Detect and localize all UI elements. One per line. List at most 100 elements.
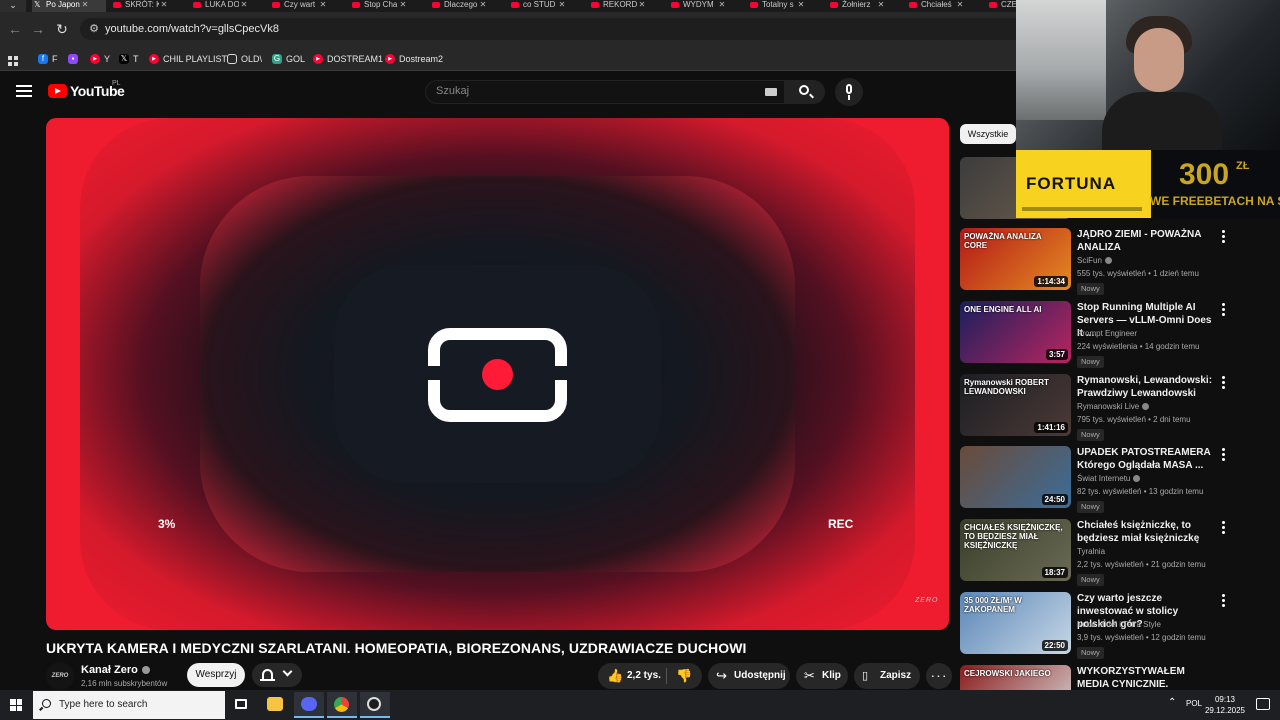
video-thumbnail[interactable]: POWAŻNA ANALIZA CORE 1:14:34 <box>960 228 1071 290</box>
bookmark-item[interactable]: ▶ CHIL PLAYLIST <box>149 52 227 66</box>
back-arrow-icon[interactable]: ← <box>5 19 25 39</box>
video-player[interactable]: 3% REC ZERO <box>46 118 949 630</box>
keyboard-icon[interactable] <box>765 88 777 96</box>
bookmark-item[interactable]: ▭ OLD\ <box>227 52 262 66</box>
chrome-icon[interactable] <box>327 692 357 718</box>
close-tab-icon[interactable]: ✕ <box>478 0 488 10</box>
bookmark-item[interactable]: G GOL <box>272 52 305 66</box>
channel-avatar[interactable]: ZERO <box>46 662 74 690</box>
browser-tab[interactable]: Chciałeś ✕ <box>907 0 981 12</box>
recommended-video[interactable]: Rymanowski ROBERT LEWANDOWSKI 1:41:16 Ryma… <box>960 374 1280 444</box>
browser-tab[interactable]: LUKA DO✕ <box>191 0 265 12</box>
voice-search-button[interactable] <box>835 78 863 106</box>
video-thumbnail[interactable]: CHCIAŁEŚ KSIĘŻNICZKĘ, TO BĘDZIESZ MIAŁ K… <box>960 519 1071 581</box>
close-tab-icon[interactable]: ✕ <box>318 0 328 10</box>
bookmark-item[interactable]: 𝕏T <box>119 52 139 66</box>
close-tab-icon[interactable]: ✕ <box>159 0 169 10</box>
save-button[interactable]: ▯ Zapisz <box>854 663 920 689</box>
recommended-video-title[interactable]: UPADEK PATOSTREAMERA Którego Oglądała MA… <box>1077 446 1215 472</box>
browser-tab[interactable]: SKRÓT: K✕ <box>111 0 185 12</box>
support-button[interactable]: Wesprzyj <box>187 663 245 687</box>
taskbar-search-input[interactable] <box>59 699 219 710</box>
recommended-channel-name[interactable]: Rymanowski Live <box>1077 402 1150 411</box>
more-vert-icon[interactable] <box>1220 376 1226 390</box>
search-button[interactable] <box>785 80 825 104</box>
video-thumbnail[interactable]: Rymanowski ROBERT LEWANDOWSKI 1:41:16 <box>960 374 1071 436</box>
thumbs-down-icon[interactable]: 👎 <box>676 663 692 689</box>
obs-icon[interactable] <box>360 692 390 718</box>
recommended-video[interactable]: 24:50 UPADEK PATOSTREAMERA Którego Ogląda… <box>960 446 1280 516</box>
site-info-icon[interactable]: ⚙ <box>86 21 102 37</box>
task-view-icon[interactable] <box>226 692 256 718</box>
bookmark-item[interactable]: ▶ Dostream2 <box>385 52 443 66</box>
recommended-video[interactable]: CHCIAŁEŚ KSIĘŻNICZKĘ, TO BĘDZIESZ MIAŁ K… <box>960 519 1280 589</box>
tray-chevron-up-icon[interactable]: ⌃ <box>1168 697 1176 708</box>
apps-grid-icon[interactable] <box>8 53 18 66</box>
like-count[interactable]: 2,2 tys. <box>627 663 661 689</box>
discord-icon[interactable] <box>294 692 324 718</box>
recommended-video-title[interactable]: JĄDRO ZIEMI - POWAŻNA ANALIZA <box>1077 228 1215 254</box>
subscription-bell-button[interactable] <box>252 663 302 687</box>
close-tab-icon[interactable]: ✕ <box>955 0 965 10</box>
more-vert-icon[interactable] <box>1220 230 1226 244</box>
video-thumbnail[interactable]: 24:50 <box>960 446 1071 508</box>
notification-icon[interactable] <box>1256 698 1270 710</box>
video-thumbnail[interactable]: ONE ENGINE ALL AI 3:57 <box>960 301 1071 363</box>
browser-tab[interactable]: WYDYM ✕ <box>669 0 743 12</box>
menu-icon[interactable] <box>16 85 32 97</box>
video-thumbnail[interactable]: 35 000 ZŁ/M² W ZAKOPANEM 22:50 <box>960 592 1071 654</box>
close-tab-icon[interactable]: ✕ <box>557 0 567 10</box>
filter-chip-all[interactable]: Wszystkie <box>960 124 1016 144</box>
forward-arrow-icon[interactable]: → <box>28 19 48 39</box>
recommended-channel-name[interactable]: Prompt Engineer <box>1077 329 1137 338</box>
file-explorer-icon[interactable] <box>260 692 290 718</box>
bookmark-item[interactable]: ▶ Y <box>90 52 110 66</box>
browser-tab[interactable]: Stop Cha ✕ <box>350 0 424 12</box>
more-vert-icon[interactable] <box>1220 303 1226 317</box>
close-tab-icon[interactable]: ✕ <box>717 0 727 10</box>
recommended-channel-name[interactable]: SciFun <box>1077 256 1112 265</box>
close-tab-icon[interactable]: ✕ <box>637 0 647 10</box>
tab-search-button[interactable]: ⌄ <box>0 0 26 12</box>
search-input[interactable] <box>436 85 746 97</box>
share-button[interactable]: ↪ Udostępnij <box>708 663 790 689</box>
recommended-video-title[interactable]: Rymanowski, Lewandowski: Prawdziwy Lewan… <box>1077 374 1215 400</box>
windows-start-icon[interactable] <box>10 699 22 711</box>
close-tab-icon[interactable]: ✕ <box>239 0 249 10</box>
thumbs-up-icon[interactable]: 👍 <box>607 663 623 689</box>
more-vert-icon[interactable] <box>1220 521 1226 535</box>
browser-tab[interactable]: Dlaczego ✕ <box>430 0 504 12</box>
bookmark-item[interactable]: fF <box>38 52 58 66</box>
close-tab-icon[interactable]: ✕ <box>876 0 886 10</box>
browser-tab[interactable]: co STUD ✕ <box>509 0 583 12</box>
more-vert-icon[interactable] <box>1220 448 1226 462</box>
recommended-channel-name[interactable]: Świat Internetu <box>1077 474 1141 483</box>
close-tab-icon[interactable]: ✕ <box>80 0 90 10</box>
recommended-video[interactable]: ONE ENGINE ALL AI 3:57 Stop Running Multip… <box>960 301 1280 371</box>
close-tab-icon[interactable]: ✕ <box>398 0 408 10</box>
search-box[interactable] <box>425 80 785 104</box>
taskbar-search[interactable] <box>33 691 225 719</box>
close-tab-icon[interactable]: ✕ <box>796 0 806 10</box>
recommended-channel-name[interactable]: Kuba Midel i Tatra Style <box>1077 620 1161 629</box>
reload-icon[interactable]: ↻ <box>52 19 72 39</box>
bookmark-item[interactable]: ▶ DOSTREAM1 <box>313 52 383 66</box>
recommended-video[interactable]: POWAŻNA ANALIZA CORE 1:14:34 JĄDRO ZIEMI -… <box>960 228 1280 298</box>
browser-tab[interactable]: Czy wart ✕ <box>270 0 344 12</box>
browser-tab[interactable]: CZE <box>987 0 1017 12</box>
browser-tab[interactable]: 𝕏 Po Japon ✕ <box>32 0 106 12</box>
browser-tab[interactable]: REKORD✕ <box>589 0 663 12</box>
recommended-channel-name[interactable]: Tyralnia <box>1077 547 1105 556</box>
youtube-play-icon <box>48 84 67 98</box>
more-actions-button[interactable]: ··· <box>926 663 952 689</box>
recommended-video[interactable]: 35 000 ZŁ/M² W ZAKOPANEM 22:50 Czy warto j… <box>960 592 1280 662</box>
channel-name[interactable]: Kanał Zero <box>81 664 150 676</box>
recommended-video-title[interactable]: Chciałeś księżniczkę, to będziesz miał k… <box>1077 519 1215 545</box>
browser-tab[interactable]: Żołnierz ✕ <box>828 0 902 12</box>
language-indicator[interactable]: POL <box>1186 699 1202 708</box>
taskbar-clock[interactable]: 09:13 29.12.2025 <box>1202 694 1248 716</box>
more-vert-icon[interactable] <box>1220 594 1226 608</box>
browser-tab[interactable]: Totalny s ✕ <box>748 0 822 12</box>
bookmark-item[interactable]: ▪ <box>68 52 82 66</box>
clip-button[interactable]: ✂ Klip <box>796 663 848 689</box>
